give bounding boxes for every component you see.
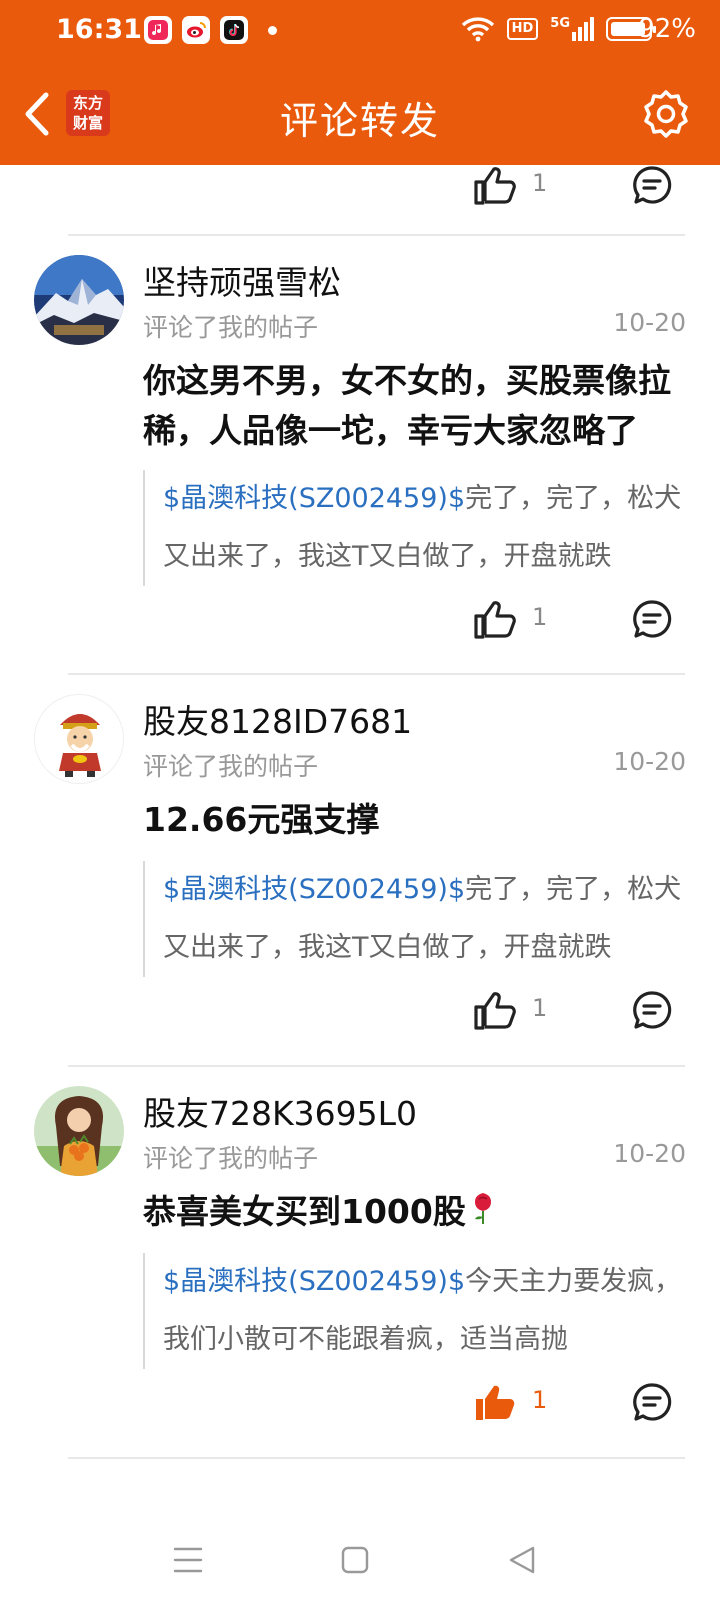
status-bar: 16:31 HD 5G 92%	[0, 0, 720, 66]
thumbs-up-filled-icon	[476, 1385, 515, 1420]
gear-icon	[644, 90, 688, 138]
home-button[interactable]	[330, 1540, 380, 1580]
avatar[interactable]	[34, 694, 124, 784]
system-nav-bar	[0, 1500, 720, 1612]
like-count: 1	[532, 1386, 548, 1414]
quoted-post[interactable]: $晶澳科技(SZ002459)$完了，完了，松犬又出来了，我这T又白做了，开盘就…	[143, 861, 688, 977]
comment-icon	[633, 1383, 672, 1421]
reply-button[interactable]	[626, 159, 678, 211]
comment-item[interactable]: 股友8128ID7681 评论了我的帖子 10-20 12.66元强支撑 $晶澳…	[0, 675, 720, 1065]
wifi-icon	[461, 17, 494, 42]
username[interactable]: 坚持顽强雪松	[143, 256, 341, 304]
avatar[interactable]	[34, 1086, 124, 1176]
stock-link[interactable]: $晶澳科技(SZ002459)$	[163, 483, 465, 514]
hd-badge: HD	[506, 18, 539, 40]
rose-emoji	[470, 1189, 496, 1239]
settings-button[interactable]	[638, 86, 694, 142]
quoted-post[interactable]: $晶澳科技(SZ002459)$完了，完了，松犬又出来了，我这T又白做了，开盘就…	[143, 470, 688, 586]
reply-button[interactable]	[626, 593, 678, 645]
comment-actions: 1	[0, 984, 720, 1044]
stock-link[interactable]: $晶澳科技(SZ002459)$	[163, 874, 465, 905]
comment-text[interactable]: 你这男不男，女不女的，买股票像拉稀，人品像一坨，幸亏大家忽略了	[143, 356, 688, 456]
like-count: 1	[532, 603, 548, 631]
comment-icon	[633, 166, 672, 204]
divider	[68, 1457, 685, 1459]
tiktok-app-icon	[220, 16, 248, 44]
signal-bars-icon	[572, 17, 594, 41]
post-date: 10-20	[613, 747, 686, 776]
quoted-post[interactable]: $晶澳科技(SZ002459)$今天主力要发疯，我们小散可不能跟着疯，适当高抛	[143, 1253, 688, 1369]
reply-button[interactable]	[626, 1376, 678, 1428]
action-subtitle: 评论了我的帖子	[143, 752, 319, 781]
thumbs-up-icon	[474, 167, 516, 205]
username[interactable]: 股友8128ID7681	[143, 695, 412, 743]
like-count: 1	[532, 994, 548, 1022]
comment-item[interactable]: 坚持顽强雪松 评论了我的帖子 10-20 你这男不男，女不女的，买股票像拉稀，人…	[0, 236, 720, 674]
nav-bar: 东方 财富 评论转发	[0, 66, 720, 165]
username[interactable]: 股友728K3695L0	[143, 1087, 417, 1135]
stock-link[interactable]: $晶澳科技(SZ002459)$	[163, 1266, 465, 1297]
post-date: 10-20	[613, 308, 686, 337]
notification-dot	[268, 25, 277, 35]
comment-text[interactable]: 恭喜美女买到1000股	[143, 1187, 688, 1239]
action-subtitle: 评论了我的帖子	[143, 313, 319, 342]
weibo-app-icon	[182, 16, 210, 44]
menu-icon	[173, 1547, 203, 1573]
comment-item[interactable]: 股友728K3695L0 评论了我的帖子 10-20 恭喜美女买到1000股 $…	[0, 1067, 720, 1457]
battery-percent: 92%	[638, 14, 696, 44]
comment-icon	[633, 600, 672, 638]
square-home-icon	[341, 1546, 369, 1574]
status-time: 16:31	[56, 14, 142, 45]
page-title: 评论转发	[279, 99, 440, 143]
app-header: 16:31 HD 5G 92% 东方 财富 评论转发	[0, 0, 720, 165]
music-app-icon	[144, 16, 172, 44]
thumbs-up-icon	[474, 601, 516, 639]
comment-icon	[633, 991, 672, 1029]
status-app-icons	[144, 16, 277, 44]
comment-text[interactable]: 12.66元强支撑	[143, 795, 688, 845]
menu-button[interactable]	[163, 1540, 213, 1580]
action-subtitle: 评论了我的帖子	[143, 1144, 319, 1173]
reply-button[interactable]	[626, 984, 678, 1036]
like-count: 1	[532, 169, 548, 197]
post-date: 10-20	[613, 1139, 686, 1168]
thumbs-up-icon	[474, 992, 516, 1030]
comment-actions: 1	[0, 1376, 720, 1436]
previous-item-actions: 1	[0, 165, 720, 242]
status-right: HD 5G	[461, 16, 656, 42]
triangle-back-icon	[509, 1546, 535, 1574]
signal-indicator: 5G	[550, 17, 594, 41]
comment-actions: 1	[0, 593, 720, 653]
avatar[interactable]	[34, 255, 124, 345]
system-back-button[interactable]	[497, 1540, 547, 1580]
